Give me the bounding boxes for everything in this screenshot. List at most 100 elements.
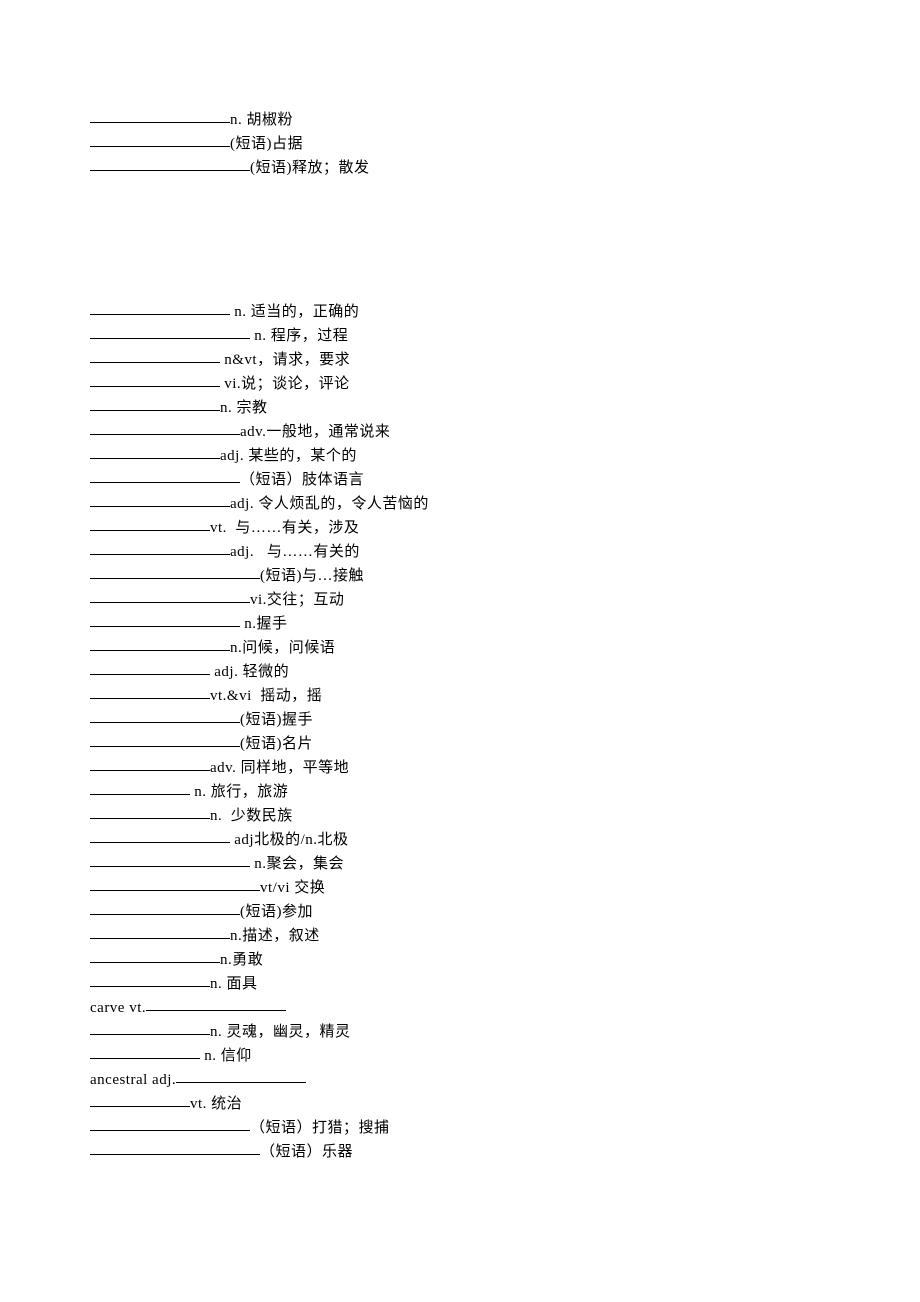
vocab-line: n. 少数民族 (90, 804, 830, 828)
definition-text: n.握手 (240, 616, 288, 632)
vocab-line: n.勇敢 (90, 948, 830, 972)
fill-blank (90, 419, 240, 435)
vocab-line: n&vt，请求，要求 (90, 348, 830, 372)
definition-text: vi.交往；互动 (250, 592, 344, 608)
fill-blank (90, 515, 210, 531)
definition-text: vt. 统治 (190, 1096, 242, 1112)
vocab-line: adj. 某些的，某个的 (90, 444, 830, 468)
vocab-line: adj. 轻微的 (90, 660, 830, 684)
fill-blank (90, 659, 210, 675)
fill-blank (90, 395, 220, 411)
definition-text: vt. 与……有关，涉及 (210, 520, 359, 536)
fill-blank (90, 563, 260, 579)
definition-text: n.聚会，集会 (250, 856, 344, 872)
definition-text: adv. 同样地，平等地 (210, 760, 349, 776)
vocab-line: n. 旅行，旅游 (90, 780, 830, 804)
definition-text: adj. 与……有关的 (230, 544, 360, 560)
fill-blank (90, 323, 250, 339)
definition-text: n. 宗教 (220, 400, 268, 416)
definition-text: adj. 令人烦乱的，令人苦恼的 (230, 496, 429, 512)
definition-text: n. 旅行，旅游 (190, 784, 288, 800)
vocab-line: （短语）肢体语言 (90, 468, 830, 492)
vocab-line: （短语）乐器 (90, 1140, 830, 1164)
definition-text: adj. 某些的，某个的 (220, 448, 357, 464)
fill-blank (90, 467, 240, 483)
vocab-line: n. 程序，过程 (90, 324, 830, 348)
vocab-line: vt. 与……有关，涉及 (90, 516, 830, 540)
vocab-line: n.聚会，集会 (90, 852, 830, 876)
definition-text: adv.一般地，通常说来 (240, 424, 390, 440)
vocab-line: n.描述，叙述 (90, 924, 830, 948)
fill-blank (146, 995, 286, 1011)
fill-blank (90, 347, 220, 363)
fill-blank (90, 1043, 200, 1059)
definition-text: adj. 轻微的 (210, 664, 289, 680)
fill-blank (90, 683, 210, 699)
fill-blank (90, 587, 250, 603)
fill-blank (90, 827, 230, 843)
definition-text: (短语)握手 (240, 712, 313, 728)
definition-text: n. 灵魂，幽灵，精灵 (210, 1024, 351, 1040)
fill-blank (90, 851, 250, 867)
fill-blank (90, 755, 210, 771)
vocab-line: n. 灵魂，幽灵，精灵 (90, 1020, 830, 1044)
fill-blank (90, 299, 230, 315)
definition-text: n. 适当的，正确的 (230, 304, 359, 320)
vocab-line: （短语）打猎；搜捕 (90, 1116, 830, 1140)
vocab-line: (短语)占据 (90, 132, 830, 156)
definition-text: （短语）打猎；搜捕 (250, 1120, 390, 1136)
definition-text: n. 信仰 (200, 1048, 252, 1064)
fill-blank (90, 1139, 260, 1155)
vocab-line: (短语)参加 (90, 900, 830, 924)
fill-blank (90, 707, 240, 723)
vocab-line: (短语)释放；散发 (90, 156, 830, 180)
vocab-line: (短语)与…接触 (90, 564, 830, 588)
fill-blank (90, 131, 230, 147)
definition-text: (短语)占据 (230, 136, 303, 152)
fill-blank (90, 635, 230, 651)
vocab-line: n. 信仰 (90, 1044, 830, 1068)
definition-text: n.勇敢 (220, 952, 263, 968)
definition-text: n.描述，叙述 (230, 928, 320, 944)
definition-text: (短语)参加 (240, 904, 313, 920)
definition-text: n&vt，请求，要求 (220, 352, 350, 368)
vocab-line: vi.说；谈论，评论 (90, 372, 830, 396)
vocab-line: n. 面具 (90, 972, 830, 996)
vocab-block-2: n. 适当的，正确的 n. 程序，过程 n&vt，请求，要求 vi.说；谈论，评… (90, 300, 830, 1164)
vocab-line: adv.一般地，通常说来 (90, 420, 830, 444)
fill-blank (90, 611, 240, 627)
fill-blank (90, 1091, 190, 1107)
vocab-line: adj. 与……有关的 (90, 540, 830, 564)
vocab-line: n.握手 (90, 612, 830, 636)
line-prefix: carve vt. (90, 1000, 146, 1016)
fill-blank (90, 107, 230, 123)
vocab-line: vt. 统治 (90, 1092, 830, 1116)
vocab-line: adv. 同样地，平等地 (90, 756, 830, 780)
fill-blank (90, 371, 220, 387)
fill-blank (90, 971, 210, 987)
definition-text: n. 程序，过程 (250, 328, 348, 344)
fill-blank (90, 875, 260, 891)
fill-blank (176, 1067, 306, 1083)
vocab-line: (短语)握手 (90, 708, 830, 732)
definition-text: (短语)与…接触 (260, 568, 364, 584)
fill-blank (90, 443, 220, 459)
definition-text: vi.说；谈论，评论 (220, 376, 350, 392)
vocab-line: carve vt. (90, 996, 830, 1020)
vocab-line: n. 胡椒粉 (90, 108, 830, 132)
definition-text: adj北极的/n.北极 (230, 832, 349, 848)
fill-blank (90, 731, 240, 747)
vocab-line: vt/vi 交换 (90, 876, 830, 900)
definition-text: (短语)释放；散发 (250, 160, 370, 176)
fill-blank (90, 779, 190, 795)
line-prefix: ancestral adj. (90, 1072, 176, 1088)
definition-text: （短语）肢体语言 (240, 472, 364, 488)
definition-text: n. 少数民族 (210, 808, 293, 824)
vocab-line: n. 适当的，正确的 (90, 300, 830, 324)
fill-blank (90, 155, 250, 171)
vocab-line: ancestral adj. (90, 1068, 830, 1092)
vocab-line: n. 宗教 (90, 396, 830, 420)
section-gap (90, 180, 830, 300)
fill-blank (90, 947, 220, 963)
vocab-line: (短语)名片 (90, 732, 830, 756)
